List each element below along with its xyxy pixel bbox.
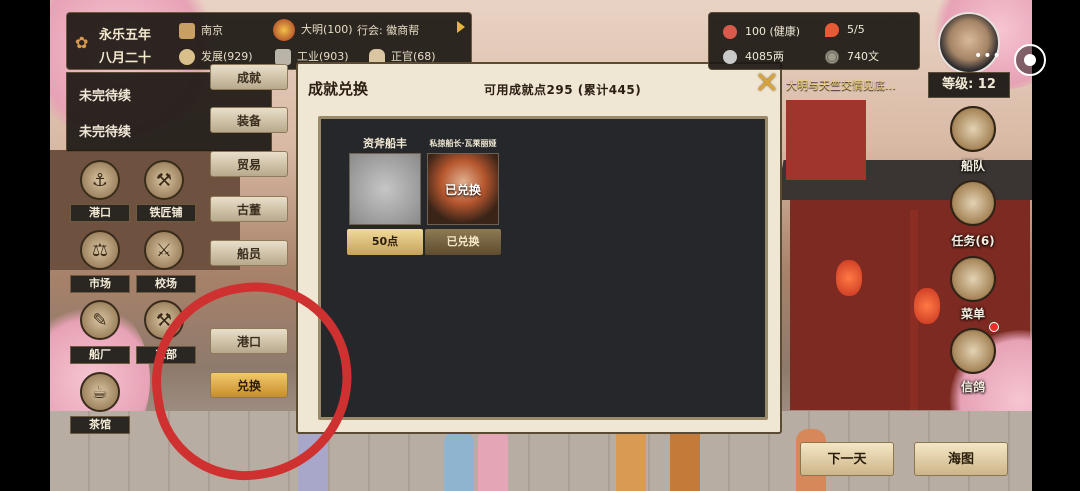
- ship-icon[interactable]: [950, 106, 996, 152]
- menu-trade[interactable]: 贸易: [210, 151, 288, 177]
- shipyard-label[interactable]: 船厂: [70, 346, 130, 364]
- nation-info[interactable]: 大明(100): [273, 19, 353, 41]
- notification-dot: [989, 322, 999, 332]
- flame-icon: [825, 23, 839, 37]
- expand-arrow-icon[interactable]: [457, 21, 465, 33]
- player-level: 等级: 12: [928, 72, 1010, 98]
- tasks-label[interactable]: 任务(6): [938, 232, 1008, 249]
- reward-grid: 资斧船丰 50点 私掠船长·瓦莱丽娅 已兑换 已兑换: [318, 116, 768, 420]
- reward-image: [349, 153, 421, 225]
- silver-value: 4085两: [745, 50, 784, 63]
- health-stat: 100 (健康): [723, 23, 800, 39]
- compass-icon[interactable]: [950, 180, 996, 226]
- guild-info[interactable]: 行会: 徽商帮: [357, 22, 419, 38]
- captain-portrait: 已兑换: [427, 153, 499, 225]
- development-value: 发展(929): [201, 50, 253, 63]
- copper-stat: 740文: [825, 48, 879, 64]
- date-month: 八月二十: [99, 51, 152, 66]
- news-ticker: 大明与天竺交情见底…: [786, 79, 896, 92]
- city-info[interactable]: 南京: [179, 22, 223, 39]
- pending-task-2[interactable]: 未完待续: [79, 121, 131, 140]
- silver-ingot-icon: [723, 50, 737, 64]
- redeemed-overlay: 已兑换: [444, 182, 481, 197]
- silver-stat: 4085两: [723, 48, 784, 64]
- tower: [786, 100, 866, 180]
- pigeon-label[interactable]: 信鸽: [938, 378, 1008, 395]
- dialog-title: 成就兑换: [308, 80, 369, 98]
- reward-card: 资斧船丰 50点: [347, 135, 423, 255]
- money-bag-icon: [179, 49, 195, 65]
- coin-icon: [825, 50, 839, 64]
- development-info: 发展(929): [179, 48, 253, 65]
- anvil-icon[interactable]: ⚒: [144, 160, 184, 200]
- reward-name: 私掠船长·瓦莱丽娅: [429, 139, 497, 148]
- energy-value: 5/5: [847, 23, 865, 36]
- health-value: 100 (健康): [745, 25, 801, 38]
- reward-name: 资斧船丰: [363, 137, 407, 150]
- teahouse-label[interactable]: 茶馆: [70, 416, 130, 434]
- city-name: 南京: [201, 24, 223, 37]
- teapot-icon[interactable]: ☕: [80, 372, 120, 412]
- city-gate-icon: [179, 23, 195, 39]
- menu-achievements[interactable]: 成就: [210, 64, 288, 90]
- guild-value: 行会: 徽商帮: [357, 24, 420, 37]
- market-label[interactable]: 市场: [70, 275, 130, 293]
- menu-equipment[interactable]: 装备: [210, 107, 288, 133]
- stats-panel: 100 (健康) 5/5 4085两 740文: [708, 12, 920, 70]
- pigeon-icon[interactable]: [950, 328, 996, 374]
- redeem-button[interactable]: 50点: [347, 229, 423, 255]
- scale-icon[interactable]: ⚖: [80, 230, 120, 270]
- anchor-icon[interactable]: ⚓: [80, 160, 120, 200]
- lantern: [836, 260, 862, 296]
- record-button[interactable]: [1014, 44, 1046, 76]
- port-label[interactable]: 港口: [70, 204, 130, 222]
- heart-icon: [723, 25, 737, 39]
- nation-emblem-icon: [273, 19, 295, 41]
- swords-icon[interactable]: ⚔: [144, 230, 184, 270]
- achievement-exchange-dialog: 成就兑换 可用成就点295 (累计445) ✕ 资斧船丰 50点 私掠船长·瓦莱…: [296, 62, 782, 434]
- next-day-button[interactable]: 下一天: [800, 442, 894, 476]
- lantern: [914, 288, 940, 324]
- player-avatar[interactable]: [938, 12, 1000, 74]
- redeemed-button: 已兑换: [425, 229, 501, 255]
- fleet-label[interactable]: 船队: [938, 157, 1008, 174]
- sea-map-button[interactable]: 海图: [914, 442, 1008, 476]
- menu-crew[interactable]: 船员: [210, 240, 288, 266]
- more-options-icon[interactable]: •••: [974, 48, 1002, 64]
- villager: [444, 431, 474, 491]
- close-icon[interactable]: ✕: [750, 66, 784, 101]
- training-ground-label[interactable]: 校场: [136, 275, 196, 293]
- villager: [478, 427, 508, 491]
- fan-icon[interactable]: [950, 256, 996, 302]
- pending-task-1[interactable]: 未完待续: [79, 85, 131, 104]
- wrench-icon[interactable]: ✎: [80, 300, 120, 340]
- available-points: 可用成就点295 (累计445): [484, 83, 642, 97]
- copper-value: 740文: [847, 50, 879, 63]
- menu-antiques[interactable]: 古董: [210, 196, 288, 222]
- flower-icon: ✿: [75, 33, 89, 52]
- energy-stat: 5/5: [825, 23, 865, 37]
- date-year: 永乐五年: [99, 28, 152, 43]
- nation-value: 大明(100): [301, 23, 353, 36]
- hammer-icon: [275, 49, 291, 65]
- blacksmith-label[interactable]: 铁匠铺: [136, 204, 196, 222]
- villager: [616, 425, 646, 491]
- reward-card: 私掠船长·瓦莱丽娅 已兑换 已兑换: [425, 135, 501, 255]
- menu-label[interactable]: 菜单: [938, 305, 1008, 322]
